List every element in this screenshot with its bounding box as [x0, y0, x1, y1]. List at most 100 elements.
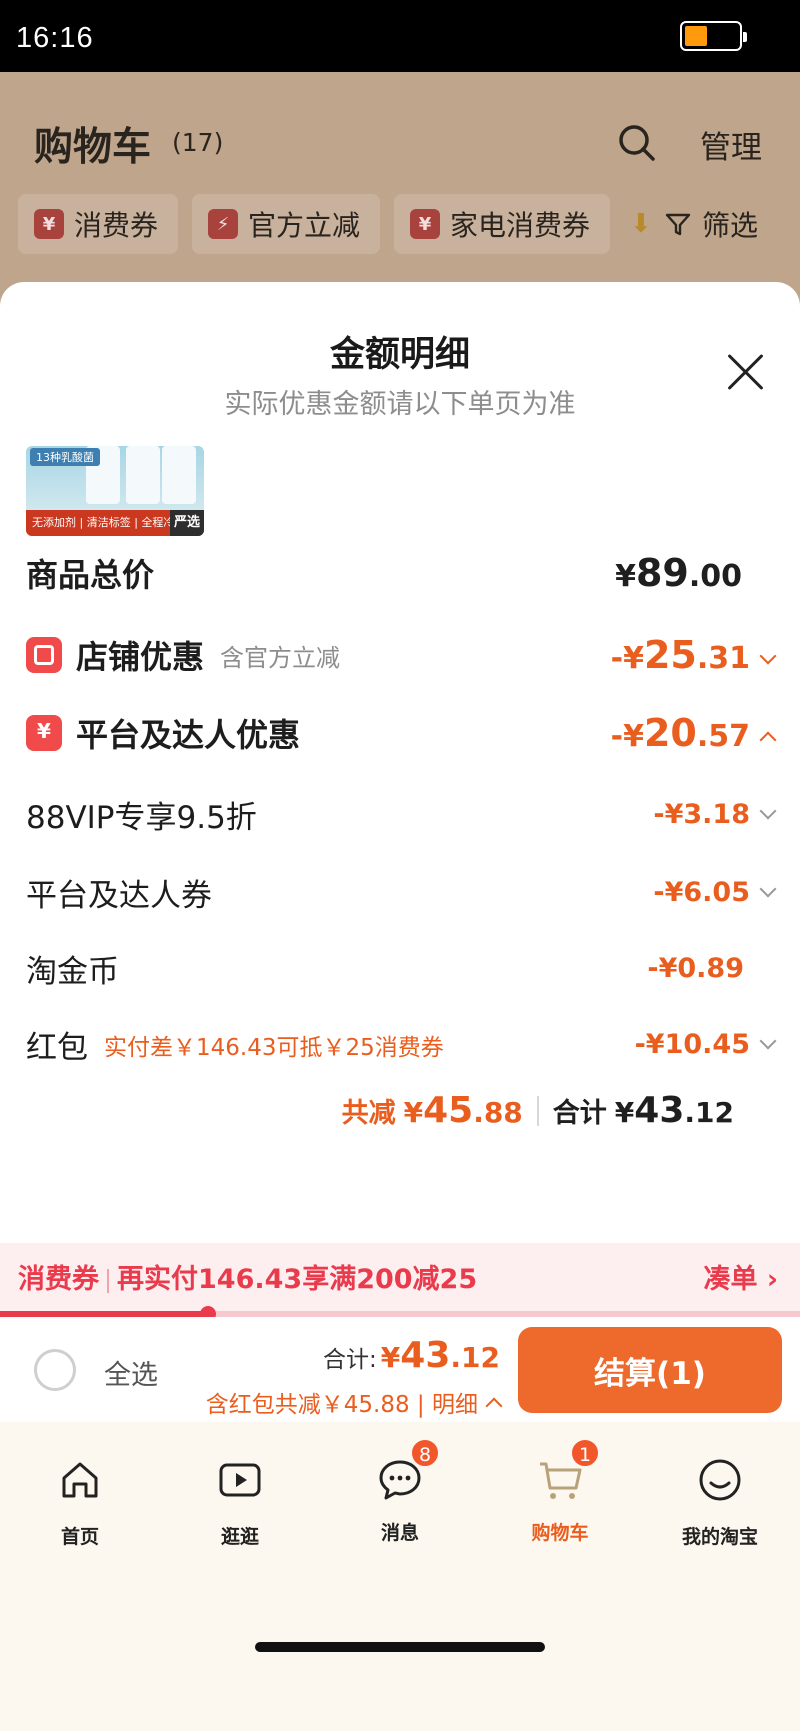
thumb-tag: 13种乳酸菌	[30, 448, 100, 466]
shop-discount-amount: -¥ 25 .31	[610, 633, 777, 677]
amount-dec: .57	[696, 719, 750, 754]
totals-summary: 共减 ¥ 45 .88 合计 ¥ 43 .12	[342, 1090, 734, 1131]
sum-int: 43	[400, 1335, 451, 1376]
tab-browse[interactable]: 逛逛	[180, 1456, 300, 1549]
status-time: 16:16	[16, 22, 94, 54]
chip-consumer-voucher[interactable]: ¥ 消费券	[18, 194, 179, 254]
filter-button[interactable]: ⬇ 筛选	[624, 194, 778, 254]
yen-voucher-icon: ¥	[34, 209, 64, 239]
platform-discount-row[interactable]: ¥ 平台及达人优惠 -¥ 20 .57	[26, 710, 777, 756]
chevron-right-icon: ›	[766, 1264, 778, 1295]
tab-messages[interactable]: 8 消息	[340, 1438, 460, 1545]
shop-discount-note: 含官方立减	[220, 643, 341, 672]
search-icon[interactable]	[616, 122, 656, 162]
home-indicator[interactable]	[255, 1642, 545, 1652]
tab-label: 购物车	[531, 1522, 589, 1544]
discount-item-amount-wrap: -¥3.18	[653, 799, 777, 830]
cart-count: (17)	[172, 128, 224, 157]
total-reduce-dec: .88	[473, 1096, 523, 1129]
chip-appliance-voucher[interactable]: ¥ 家电消费券	[394, 194, 611, 254]
voucher-icon: ¥	[26, 715, 62, 751]
platform-discount-label: 平台及达人优惠	[76, 716, 301, 754]
amount-int: 25	[643, 633, 697, 677]
currency: ¥	[403, 1096, 424, 1129]
chip-official-discount[interactable]: ⚡ 官方立减	[192, 194, 381, 254]
red-packet-note: 实付差￥146.43可抵￥25消费券	[104, 1034, 444, 1061]
chevron-down-icon	[759, 802, 777, 820]
chip-label: 官方立减	[248, 209, 361, 242]
voucher-progress-bar[interactable]: 消费券 再实付146.43享满200减25 凑单 ›	[0, 1243, 800, 1311]
checkout-button[interactable]: 结算(1)	[518, 1327, 782, 1413]
add-items-label: 凑单	[703, 1264, 758, 1295]
checkout-sum: 合计: ¥ 43 .12	[323, 1335, 500, 1376]
currency: -¥	[610, 719, 644, 754]
thumb-badge: 严选	[170, 510, 204, 536]
goods-total-amount: ¥ 89 .00	[615, 551, 774, 595]
message-badge: 8	[410, 1438, 440, 1468]
tab-label: 逛逛	[220, 1526, 259, 1548]
discount-item-label: 平台及达人券	[26, 878, 212, 914]
sheet-title: 金额明细	[329, 335, 470, 375]
discount-item-label: 红包	[26, 1030, 88, 1066]
tab-home[interactable]: 首页	[20, 1456, 140, 1549]
thumb-strip: 无添加剂 | 清洁标签 | 全程冷链 严选	[26, 510, 204, 536]
voucher-message: 再实付146.43享满200减25	[117, 1264, 478, 1295]
home-icon	[62, 1462, 98, 1498]
discount-item[interactable]: 平台及达人券 -¥6.05	[26, 870, 777, 915]
smiley-icon	[699, 1459, 741, 1501]
chevron-up-icon	[759, 731, 777, 749]
discount-item[interactable]: 88VIP专享9.5折 -¥3.18	[26, 792, 777, 837]
tab-my-taobao[interactable]: 我的淘宝	[660, 1456, 780, 1549]
amount-int: 89	[635, 551, 689, 595]
discount-item-label: 88VIP专享9.5折	[26, 800, 257, 836]
close-icon[interactable]	[722, 348, 770, 396]
discount-item[interactable]: 红包 实付差￥146.43可抵￥25消费券 -¥10.45	[26, 1022, 777, 1067]
amount-dec: .31	[696, 641, 750, 676]
discount-item-amount: -¥10.45	[634, 1029, 750, 1060]
cart-icon-wrap: 1	[536, 1438, 600, 1504]
discount-item-amount: -¥6.05	[653, 877, 750, 908]
play-icon	[219, 1463, 261, 1497]
sum-label: 合计:	[323, 1347, 377, 1373]
select-all-checkbox[interactable]	[34, 1349, 76, 1391]
sheet-subtitle: 实际优惠金额请以下单页为准	[224, 389, 576, 420]
voucher-label: 消费券	[18, 1264, 99, 1295]
currency: -¥	[610, 641, 644, 676]
battery-level	[685, 26, 707, 46]
add-items-link[interactable]: 凑单 ›	[703, 1257, 778, 1296]
message-icon-wrap: 8	[376, 1438, 440, 1504]
checkout-bar: 全选 合计: ¥ 43 .12 含红包共减￥45.88 | 明细 结算(1)	[0, 1317, 800, 1422]
currency: ¥	[615, 559, 636, 594]
total-int: 43	[634, 1090, 685, 1131]
chip-label: 消费券	[74, 209, 159, 242]
select-all-label[interactable]: 全选	[104, 1353, 158, 1392]
sum-dec: .12	[450, 1341, 500, 1374]
manage-button[interactable]: 管理	[700, 122, 762, 167]
cart-title: 购物车	[34, 125, 152, 170]
detail-toggle[interactable]: 含红包共减￥45.88 | 明细	[206, 1385, 503, 1419]
chip-label: 家电消费券	[450, 209, 591, 242]
discount-item-amount-wrap: -¥10.45	[634, 1029, 777, 1060]
shop-icon	[26, 637, 62, 673]
lightning-icon: ⚡	[208, 209, 239, 239]
discount-item-amount: -¥3.18	[653, 799, 750, 830]
tab-label: 消息	[380, 1522, 419, 1544]
shop-discount-label: 店铺优惠	[76, 638, 205, 676]
discount-item-amount: -¥0.89	[647, 953, 744, 984]
status-bar: 16:16	[0, 0, 800, 72]
discount-item: 淘金币 -¥0.89	[26, 946, 774, 991]
goods-total-label: 商品总价	[26, 556, 155, 594]
chevron-down-icon	[759, 1032, 777, 1050]
tab-label: 首页	[60, 1526, 99, 1548]
discount-item-amount-wrap: -¥6.05	[653, 877, 777, 908]
filter-chips: ¥ 消费券 ⚡ 官方立减 ¥ 家电消费券 ⬇ 筛选	[18, 194, 778, 254]
total-reduce-int: 45	[423, 1090, 474, 1131]
discount-item-amount-wrap: -¥0.89	[647, 953, 774, 984]
cart-badge: 1	[570, 1438, 600, 1468]
thumb-strip-text: 无添加剂 | 清洁标签 | 全程冷链	[32, 516, 186, 529]
tab-cart[interactable]: 1 购物车	[500, 1438, 620, 1545]
total-reduce-label: 共减	[341, 1098, 396, 1129]
tab-bar: 首页 逛逛 8 消息 1 购物车 我的淘宝	[0, 1422, 800, 1731]
product-thumbnail[interactable]: 13种乳酸菌 无添加剂 | 清洁标签 | 全程冷链 严选	[26, 446, 204, 536]
shop-discount-row[interactable]: 店铺优惠 含官方立减 -¥ 25 .31	[26, 632, 777, 678]
